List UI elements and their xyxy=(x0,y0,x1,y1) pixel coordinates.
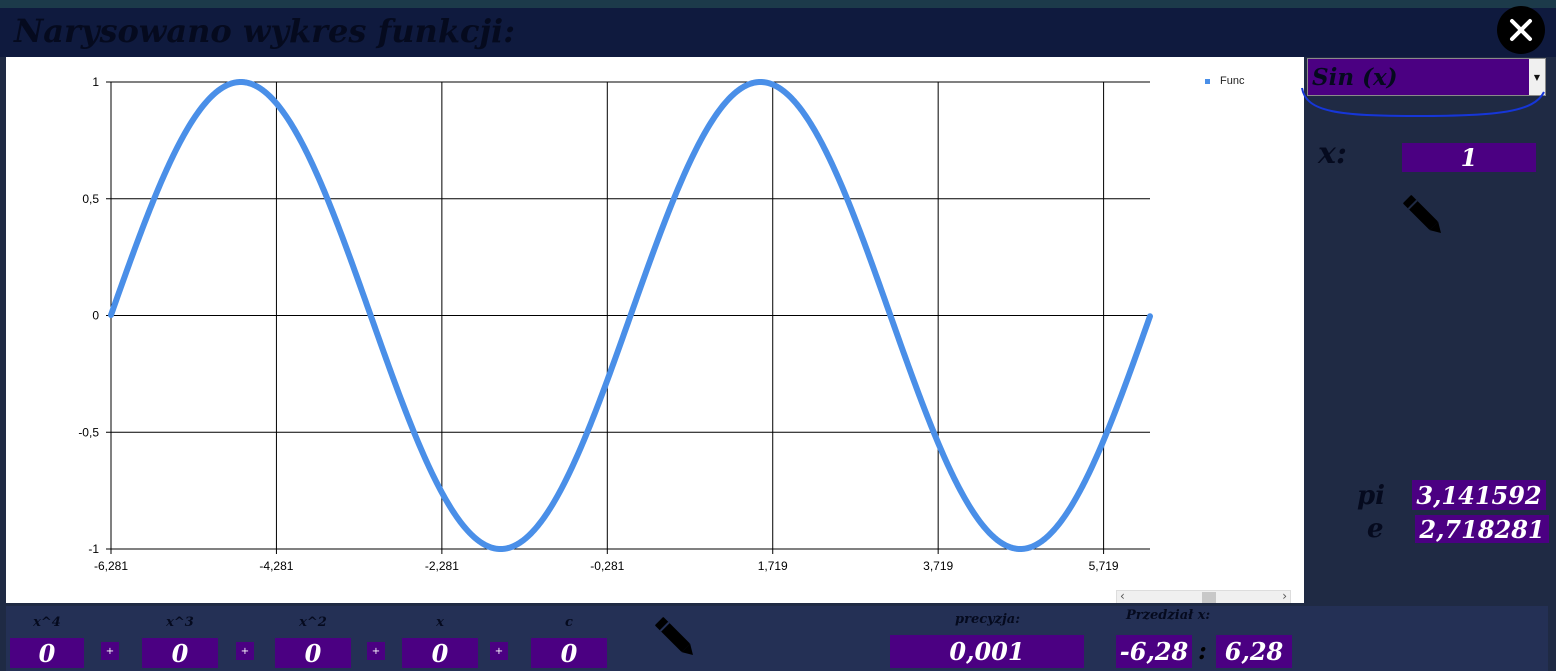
e-value: 2,718281 xyxy=(1415,515,1549,544)
y-tick-label: 1 xyxy=(92,75,99,89)
chart-legend: Func xyxy=(1205,75,1244,87)
x-tick-label: -4,281 xyxy=(259,559,293,573)
edit-pencil-icon[interactable] xyxy=(1398,190,1450,242)
pi-value: 3,141592 xyxy=(1412,480,1546,510)
x-tick-label: -0,281 xyxy=(590,559,624,573)
range-label: Przedział x: xyxy=(1126,608,1211,623)
y-tick-label: 0,5 xyxy=(82,192,99,206)
scroll-thumb[interactable] xyxy=(1202,592,1216,603)
scroll-right-arrow-icon[interactable]: › xyxy=(1282,589,1287,603)
coef-label-x4: x^4 xyxy=(33,615,61,630)
coef-input-x3[interactable]: 0 xyxy=(142,638,218,668)
close-button[interactable] xyxy=(1497,6,1545,54)
chart-panel: 1 0,5 0 -0,5 -1 -6,281 -4,281 -2,281 -0,281 1,719… xyxy=(6,57,1304,603)
plus-button-2[interactable]: + xyxy=(236,642,254,660)
x-tick-label: -6,281 xyxy=(94,559,128,573)
y-tick-label: 0 xyxy=(92,309,99,323)
x-tick-label: -2,281 xyxy=(425,559,459,573)
coef-input-x4[interactable]: 0 xyxy=(10,638,84,668)
precision-label: precyzja: xyxy=(955,612,1020,627)
legend-label: Func xyxy=(1220,75,1245,87)
coef-label-x: x xyxy=(436,615,444,630)
scroll-left-arrow-icon[interactable]: ‹ xyxy=(1120,589,1125,603)
function-chart: 1 0,5 0 -0,5 -1 -6,281 -4,281 -2,281 -0,281 1,719… xyxy=(78,75,1153,573)
plus-button-3[interactable]: + xyxy=(367,642,385,660)
legend-swatch xyxy=(1205,78,1210,84)
title-bar: Narysowano wykres funkcji: xyxy=(0,0,1556,57)
precision-input[interactable]: 0,001 xyxy=(890,635,1084,668)
x-input[interactable]: 1 xyxy=(1402,143,1536,172)
page-title: Narysowano wykres funkcji: xyxy=(14,12,516,50)
e-label: e xyxy=(1367,514,1384,544)
close-icon xyxy=(1510,19,1532,41)
plus-button-4[interactable]: + xyxy=(490,642,508,660)
pi-label: pi xyxy=(1357,481,1386,511)
coef-label-x3: x^3 xyxy=(166,615,194,630)
coef-input-x[interactable]: 0 xyxy=(402,638,478,668)
x-tick-label: 3,719 xyxy=(923,559,953,573)
coef-input-c[interactable]: 0 xyxy=(531,638,607,668)
range-to-input[interactable]: 6,28 xyxy=(1216,635,1292,668)
x-tick-label: 1,719 xyxy=(758,559,788,573)
selection-underline-mark xyxy=(1301,87,1545,118)
x-label: x: xyxy=(1318,136,1347,171)
coef-label-x2: x^2 xyxy=(299,615,327,630)
plus-button-1[interactable]: + xyxy=(101,642,119,660)
coef-label-c: c xyxy=(565,615,573,630)
y-tick-label: -0,5 xyxy=(78,425,99,439)
x-tick-label: 5,719 xyxy=(1089,559,1119,573)
bottom-panel xyxy=(6,606,1548,671)
y-tick-label: -1 xyxy=(88,542,99,556)
range-from-input[interactable]: -6,28 xyxy=(1116,635,1192,668)
range-separator: : xyxy=(1198,636,1207,665)
top-strip xyxy=(0,0,1556,8)
draw-pencil-icon[interactable] xyxy=(648,612,704,664)
coef-input-x2[interactable]: 0 xyxy=(275,638,351,668)
